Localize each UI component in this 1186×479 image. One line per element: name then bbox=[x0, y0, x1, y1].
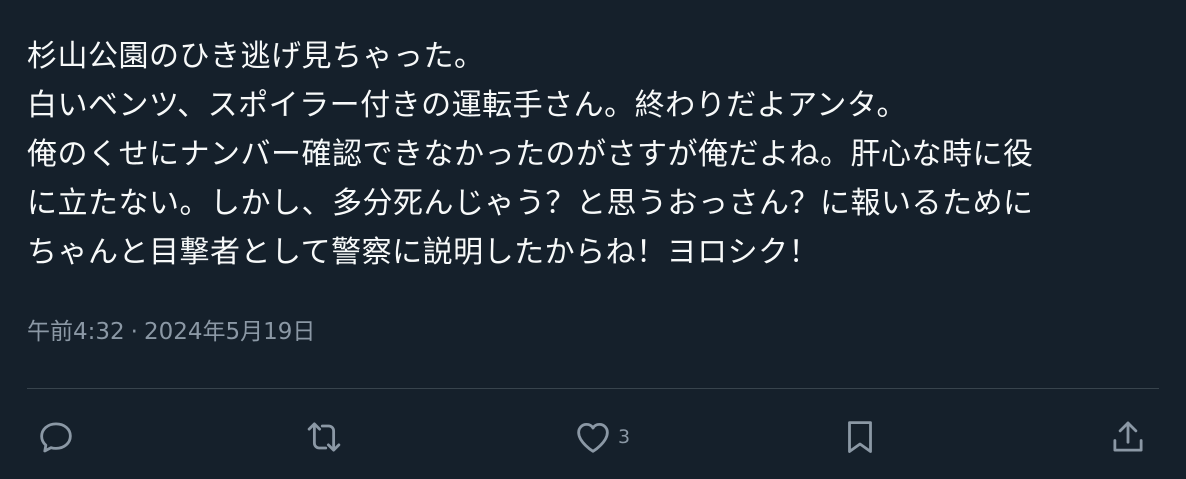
heart-icon bbox=[577, 423, 609, 453]
bookmark-button[interactable] bbox=[839, 414, 881, 460]
reply-button[interactable] bbox=[35, 414, 77, 460]
like-button[interactable]: 3 bbox=[572, 414, 630, 460]
tweet-text-line: 杉山公園のひき逃げ見ちゃった。 bbox=[27, 39, 485, 74]
divider bbox=[27, 388, 1159, 389]
share-icon bbox=[1113, 421, 1143, 452]
action-bar: 3 bbox=[0, 414, 1186, 460]
tweet-text-line: ちゃんと目撃者として警察に説明したからね！ヨロシク！ bbox=[27, 235, 820, 270]
retweet-button[interactable] bbox=[303, 414, 345, 460]
tweet-detail: 杉山公園のひき逃げ見ちゃった。 白いベンツ、スポイラー付きの運転手さん。終わりだ… bbox=[0, 0, 1186, 479]
tweet-text: 杉山公園のひき逃げ見ちゃった。 白いベンツ、スポイラー付きの運転手さん。終わりだ… bbox=[27, 32, 1162, 277]
tweet-text-line: 白いベンツ、スポイラー付きの運転手さん。終わりだよアンタ。 bbox=[27, 88, 907, 123]
retweet-icon bbox=[307, 422, 341, 452]
tweet-time[interactable]: 午前4:32 bbox=[27, 319, 125, 345]
share-button[interactable] bbox=[1107, 414, 1149, 460]
bookmark-icon bbox=[848, 421, 872, 453]
tweet-timestamp[interactable]: 午前4:32 · 2024年5月19日 bbox=[27, 315, 315, 349]
reply-icon bbox=[40, 422, 72, 453]
tweet-text-line: に立たない。しかし、多分死んじゃう？と思うおっさん？に報いるために bbox=[27, 186, 1034, 221]
tweet-date[interactable]: 2024年5月19日 bbox=[144, 319, 315, 345]
tweet-text-line: 俺のくせにナンバー確認できなかったのがさすが俺だよね。肝心な時に役 bbox=[27, 137, 1034, 172]
meta-separator: · bbox=[130, 319, 138, 345]
like-count: 3 bbox=[618, 426, 631, 448]
